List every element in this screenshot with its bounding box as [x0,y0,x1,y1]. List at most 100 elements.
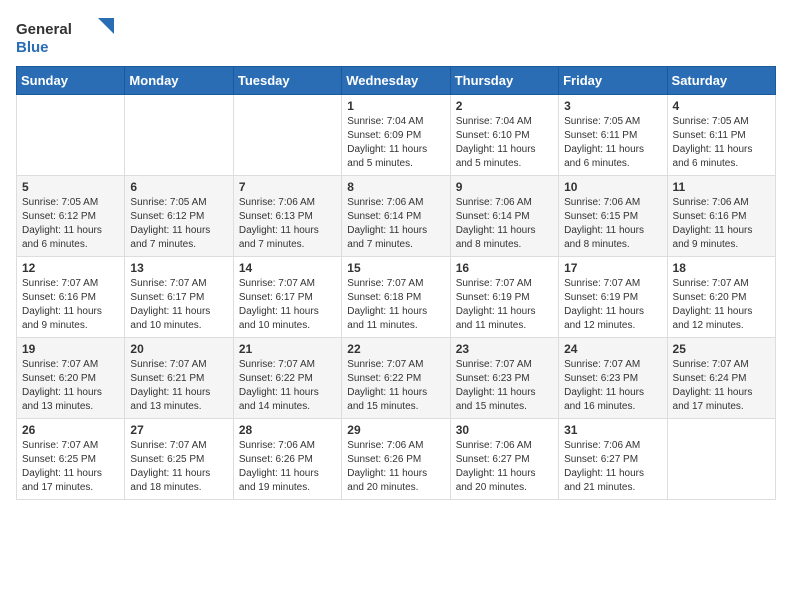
calendar-cell: 5 Sunrise: 7:05 AM Sunset: 6:12 PM Daylig… [17,176,125,257]
calendar-week-row: 1 Sunrise: 7:04 AM Sunset: 6:09 PM Daylig… [17,95,776,176]
calendar-cell: 20 Sunrise: 7:07 AM Sunset: 6:21 PM Dayli… [125,338,233,419]
calendar-cell: 12 Sunrise: 7:07 AM Sunset: 6:16 PM Dayli… [17,257,125,338]
calendar-week-row: 19 Sunrise: 7:07 AM Sunset: 6:20 PM Dayli… [17,338,776,419]
calendar-cell: 11 Sunrise: 7:06 AM Sunset: 6:16 PM Dayli… [667,176,775,257]
day-number: 8 [347,180,444,194]
day-info: Sunrise: 7:07 AM Sunset: 6:22 PM Dayligh… [347,358,444,414]
calendar-cell: 29Sunrise: 7:06 AM Sunset: 6:26 PM Dayli… [342,419,450,500]
day-number: 15 [347,261,444,275]
calendar-cell: 26Sunrise: 7:07 AM Sunset: 6:25 PM Dayli… [17,419,125,500]
logo: General Blue [16,16,116,56]
day-number: 1 [347,99,444,113]
day-info: Sunrise: 7:04 AM Sunset: 6:09 PM Dayligh… [347,115,444,171]
calendar-cell: 1 Sunrise: 7:04 AM Sunset: 6:09 PM Daylig… [342,95,450,176]
day-number: 17 [564,261,661,275]
calendar-cell: 28 Sunrise: 7:06 AM Sunset: 6:26 PM Dayli… [233,419,341,500]
day-number: 20 [130,342,227,356]
day-number: 27 [130,423,227,437]
calendar-cell: 4 Sunrise: 7:05 AM Sunset: 6:11 PM Daylig… [667,95,775,176]
calendar-cell: 18Sunrise: 7:07 AM Sunset: 6:20 PM Dayli… [667,257,775,338]
day-info: Sunrise: 7:07 AM Sunset: 6:23 PM Dayligh… [564,358,661,414]
col-header-friday: Friday [559,67,667,95]
day-number: 23 [456,342,553,356]
calendar-cell: 2 Sunrise: 7:04 AM Sunset: 6:10 PM Daylig… [450,95,558,176]
col-header-monday: Monday [125,67,233,95]
day-info: Sunrise: 7:07 AM Sunset: 6:16 PM Dayligh… [22,277,119,333]
calendar-cell: 14 Sunrise: 7:07 AM Sunset: 6:17 PM Dayli… [233,257,341,338]
day-number: 6 [130,180,227,194]
day-number: 3 [564,99,661,113]
calendar-cell: 10Sunrise: 7:06 AM Sunset: 6:15 PM Dayli… [559,176,667,257]
day-number: 24 [564,342,661,356]
day-number: 2 [456,99,553,113]
day-info: Sunrise: 7:07 AM Sunset: 6:23 PM Dayligh… [456,358,553,414]
calendar-cell: 7 Sunrise: 7:06 AM Sunset: 6:13 PM Daylig… [233,176,341,257]
day-info: Sunrise: 7:07 AM Sunset: 6:20 PM Dayligh… [22,358,119,414]
day-info: Sunrise: 7:07 AM Sunset: 6:25 PM Dayligh… [130,439,227,495]
day-number: 18 [673,261,770,275]
day-info: Sunrise: 7:06 AM Sunset: 6:27 PM Dayligh… [564,439,661,495]
day-info: Sunrise: 7:05 AM Sunset: 6:12 PM Dayligh… [22,196,119,252]
calendar-cell [125,95,233,176]
calendar-cell: 30 Sunrise: 7:06 AM Sunset: 6:27 PM Dayli… [450,419,558,500]
day-info: Sunrise: 7:07 AM Sunset: 6:21 PM Dayligh… [130,358,227,414]
day-number: 14 [239,261,336,275]
day-number: 12 [22,261,119,275]
calendar-cell: 3Sunrise: 7:05 AM Sunset: 6:11 PM Daylig… [559,95,667,176]
day-number: 19 [22,342,119,356]
day-number: 16 [456,261,553,275]
calendar-cell: 19 Sunrise: 7:07 AM Sunset: 6:20 PM Dayli… [17,338,125,419]
day-info: Sunrise: 7:06 AM Sunset: 6:13 PM Dayligh… [239,196,336,252]
calendar-table: SundayMondayTuesdayWednesdayThursdayFrid… [16,66,776,500]
day-info: Sunrise: 7:06 AM Sunset: 6:26 PM Dayligh… [239,439,336,495]
calendar-week-row: 12 Sunrise: 7:07 AM Sunset: 6:16 PM Dayli… [17,257,776,338]
calendar-cell: 16 Sunrise: 7:07 AM Sunset: 6:19 PM Dayli… [450,257,558,338]
col-header-wednesday: Wednesday [342,67,450,95]
day-number: 28 [239,423,336,437]
day-info: Sunrise: 7:06 AM Sunset: 6:14 PM Dayligh… [456,196,553,252]
col-header-sunday: Sunday [17,67,125,95]
day-number: 13 [130,261,227,275]
calendar-header-row: SundayMondayTuesdayWednesdayThursdayFrid… [17,67,776,95]
calendar-cell [233,95,341,176]
day-info: Sunrise: 7:05 AM Sunset: 6:11 PM Dayligh… [673,115,770,171]
calendar-cell: 8 Sunrise: 7:06 AM Sunset: 6:14 PM Daylig… [342,176,450,257]
day-info: Sunrise: 7:06 AM Sunset: 6:15 PM Dayligh… [564,196,661,252]
day-number: 5 [22,180,119,194]
calendar-week-row: 26 Sunrise: 7:07 AM Sunset: 6:25 PM Dayli… [17,419,776,500]
calendar-cell: 21 Sunrise: 7:07 AM Sunset: 6:22 PM Dayli… [233,338,341,419]
calendar-cell: 27 Sunrise: 7:07 AM Sunset: 6:25 PM Dayli… [125,419,233,500]
calendar-cell [17,95,125,176]
day-number: 26 [22,423,119,437]
day-number: 4 [673,99,770,113]
day-info: Sunrise: 7:07 AM Sunset: 6:17 PM Dayligh… [130,277,227,333]
page-header: General Blue [16,16,776,56]
day-number: 11 [673,180,770,194]
col-header-saturday: Saturday [667,67,775,95]
day-info: Sunrise: 7:04 AM Sunset: 6:10 PM Dayligh… [456,115,553,171]
day-info: Sunrise: 7:07 AM Sunset: 6:18 PM Dayligh… [347,277,444,333]
day-info: Sunrise: 7:06 AM Sunset: 6:16 PM Dayligh… [673,196,770,252]
svg-text:General: General [16,21,72,38]
day-number: 30 [456,423,553,437]
day-info: Sunrise: 7:06 AM Sunset: 6:26 PM Dayligh… [347,439,444,495]
day-info: Sunrise: 7:06 AM Sunset: 6:27 PM Dayligh… [456,439,553,495]
col-header-thursday: Thursday [450,67,558,95]
day-info: Sunrise: 7:07 AM Sunset: 6:19 PM Dayligh… [456,277,553,333]
day-number: 9 [456,180,553,194]
col-header-tuesday: Tuesday [233,67,341,95]
day-number: 22 [347,342,444,356]
logo-icon: General Blue [16,16,116,56]
calendar-cell: 17 Sunrise: 7:07 AM Sunset: 6:19 PM Dayli… [559,257,667,338]
day-info: Sunrise: 7:07 AM Sunset: 6:22 PM Dayligh… [239,358,336,414]
day-info: Sunrise: 7:07 AM Sunset: 6:24 PM Dayligh… [673,358,770,414]
calendar-cell: 15 Sunrise: 7:07 AM Sunset: 6:18 PM Dayli… [342,257,450,338]
calendar-cell: 24 Sunrise: 7:07 AM Sunset: 6:23 PM Dayli… [559,338,667,419]
day-info: Sunrise: 7:07 AM Sunset: 6:17 PM Dayligh… [239,277,336,333]
calendar-cell: 31Sunrise: 7:06 AM Sunset: 6:27 PM Dayli… [559,419,667,500]
day-number: 21 [239,342,336,356]
calendar-cell [667,419,775,500]
day-number: 7 [239,180,336,194]
day-info: Sunrise: 7:06 AM Sunset: 6:14 PM Dayligh… [347,196,444,252]
day-info: Sunrise: 7:07 AM Sunset: 6:19 PM Dayligh… [564,277,661,333]
